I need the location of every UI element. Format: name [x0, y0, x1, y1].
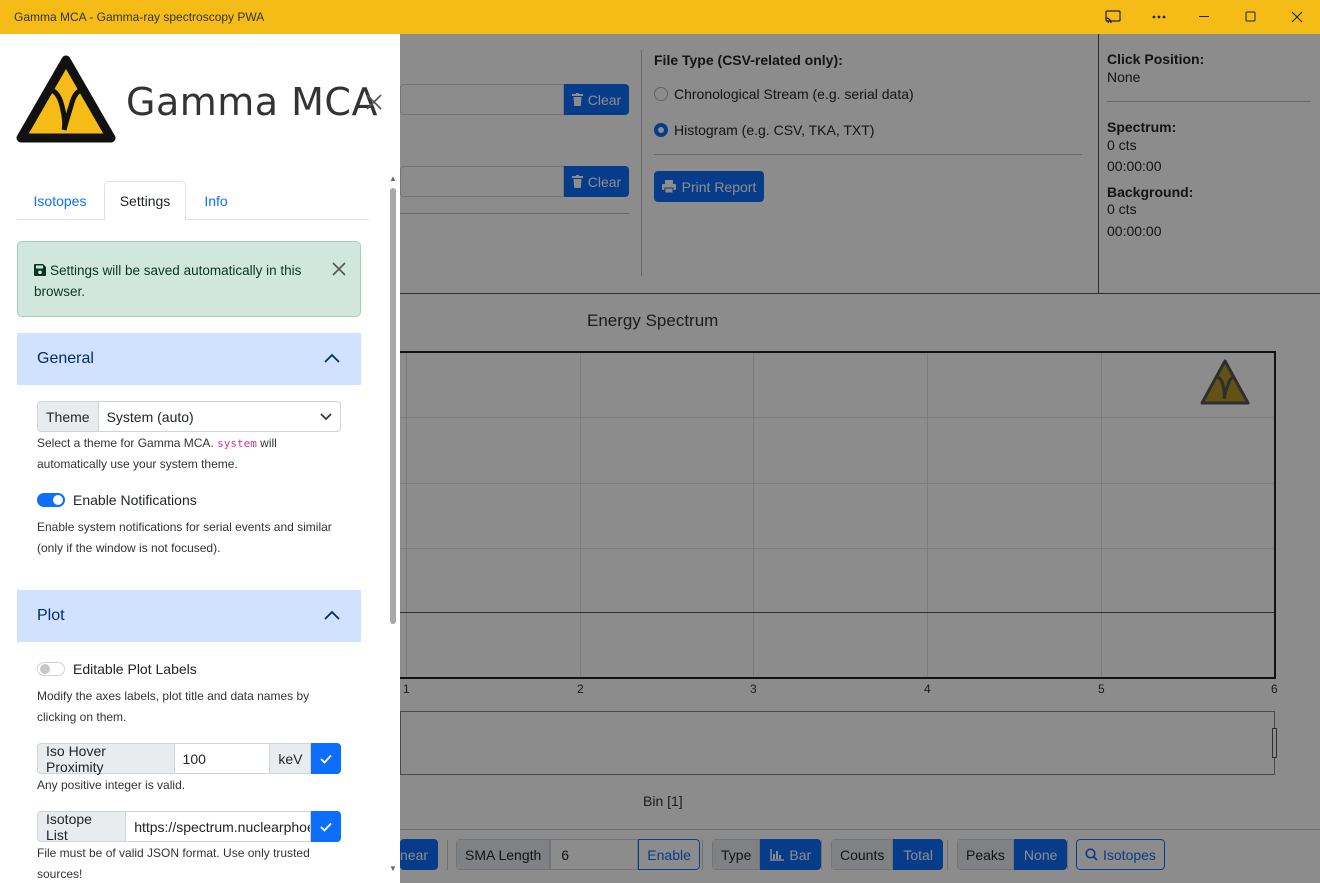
- toggle-switch[interactable]: [37, 662, 65, 676]
- brand-title: Gamma MCA: [126, 80, 378, 124]
- iso-hover-unit: keV: [270, 743, 312, 774]
- iso-hover-group: Iso Hover Proximity 100 keV: [37, 743, 341, 775]
- chevron-up-icon: [324, 610, 340, 620]
- sidebar-tabs: Isotopes Settings Info: [17, 181, 369, 221]
- isotope-list-apply-button[interactable]: [311, 811, 342, 842]
- window-title: Gamma MCA - Gamma-ray spectroscopy PWA: [14, 10, 265, 24]
- sidebar-scrollbar[interactable]: ▲ ▼: [387, 174, 399, 877]
- check-icon: [320, 822, 332, 832]
- isotope-list-group: Isotope List https://spectrum.nuclearpho…: [37, 811, 342, 843]
- isotope-list-label: Isotope List: [37, 811, 127, 843]
- scroll-up-icon[interactable]: ▲: [389, 174, 397, 183]
- isotope-list-input[interactable]: https://spectrum.nuclearphoenix.xyz/asse…: [126, 811, 312, 842]
- toggle-switch[interactable]: [37, 493, 65, 507]
- switch-label: Enable Notifications: [73, 492, 197, 508]
- dismiss-alert-icon[interactable]: [332, 260, 346, 280]
- close-sidebar-icon[interactable]: [366, 88, 382, 114]
- more-options-icon[interactable]: [1136, 0, 1182, 34]
- window-titlebar: Gamma MCA - Gamma-ray spectroscopy PWA: [0, 0, 1320, 34]
- chevron-up-icon: [324, 353, 340, 363]
- cast-icon[interactable]: [1090, 0, 1136, 34]
- save-icon: [34, 264, 46, 276]
- alert-text: Settings will be saved automatically in …: [34, 263, 302, 299]
- settings-saved-alert: Settings will be saved automatically in …: [17, 241, 361, 317]
- check-icon: [320, 754, 332, 764]
- iso-hover-apply-button[interactable]: [311, 743, 341, 774]
- accordion-title: Plot: [37, 607, 65, 624]
- tab-settings[interactable]: Settings: [104, 181, 186, 221]
- iso-hover-help: Any positive integer is valid.: [37, 778, 186, 792]
- notifications-help: Enable system notifications for serial e…: [37, 520, 332, 555]
- accordion-general[interactable]: General: [17, 333, 361, 385]
- switch-label: Editable Plot Labels: [73, 661, 197, 677]
- chevron-down-icon: [320, 412, 332, 420]
- settings-offcanvas: Gamma MCA Isotopes Settings Info Setting…: [0, 34, 400, 883]
- notifications-switch[interactable]: Enable Notifications: [37, 492, 197, 508]
- theme-help: Select a theme for Gamma MCA. system wil…: [37, 436, 277, 471]
- theme-select[interactable]: System (auto): [98, 401, 341, 432]
- gamma-logo: [16, 54, 116, 147]
- accordion-plot[interactable]: Plot: [17, 590, 361, 642]
- maximize-icon[interactable]: [1228, 0, 1274, 34]
- scrollbar-thumb[interactable]: [390, 188, 396, 624]
- tab-isotopes[interactable]: Isotopes: [17, 181, 103, 220]
- editable-labels-switch[interactable]: Editable Plot Labels: [37, 661, 197, 677]
- iso-hover-input[interactable]: 100: [174, 743, 271, 774]
- isotope-list-help: File must be of valid JSON format. Use o…: [37, 846, 310, 881]
- accordion-title: General: [37, 350, 94, 367]
- scroll-down-icon[interactable]: ▼: [389, 864, 397, 873]
- theme-select-group: Theme System (auto): [37, 401, 341, 432]
- editable-labels-help: Modify the axes labels, plot title and d…: [37, 689, 310, 724]
- theme-label: Theme: [37, 401, 99, 432]
- tab-info[interactable]: Info: [187, 181, 245, 220]
- theme-value: System (auto): [106, 408, 194, 425]
- minimize-icon[interactable]: [1182, 0, 1228, 34]
- iso-hover-label: Iso Hover Proximity: [37, 743, 175, 775]
- close-window-icon[interactable]: [1274, 0, 1320, 34]
